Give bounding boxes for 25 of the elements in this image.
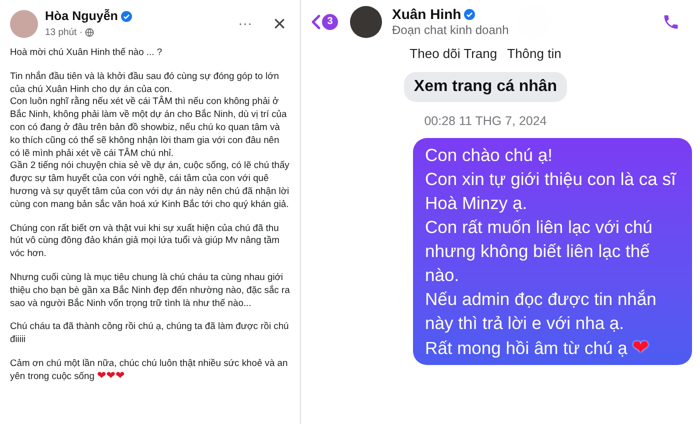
close-button[interactable]: × xyxy=(273,12,286,34)
chat-subtitle: Đoạn chat kinh doanh xyxy=(392,23,510,37)
globe-icon xyxy=(84,28,94,38)
phone-icon[interactable] xyxy=(662,12,680,30)
view-profile-button[interactable]: Xem trang cá nhân xyxy=(404,72,568,102)
post-paragraph: Hoà mời chú Xuân Hinh thế nào ... ? xyxy=(10,46,164,59)
avatar xyxy=(10,10,38,38)
post-paragraph: Gần 2 tiếng nói chuyện chia sẻ về dự án, cuộc sống, có lẽ chú thấy được sự tâm huyết của con với nghề, cái tâm của con với quê hương và sự quyết tâm của con với dự án này nên chú đã nhận lời cùng con mang bản sắc văn hoá xứ Kinh Bắc tới cho quý khán giả. xyxy=(10,159,290,211)
post-paragraph: Chúng con rất biết ơn và thật vui khi sự xuất hiện của chú đã thu hút vô cùng đông đảo khán giả mọi lứa tuổi và giúp Mv nâng tầm vóc hơn. xyxy=(10,222,280,260)
post-time: 13 phút · xyxy=(45,26,82,40)
contact-name: Xuân Hinh xyxy=(392,6,462,23)
post-paragraph: Cảm ơn chú một lần nữa, chúc chú luôn thật nhiều sức khoẻ và an yên trong cuộc sống ❤❤❤ xyxy=(10,356,289,383)
post-paragraph: Tin nhắn đầu tiên và là khởi đầu sau đó cùng sự đóng góp to lớn của chú Xuân Hinh cho dự án của con. xyxy=(10,70,280,96)
avatar xyxy=(350,6,382,38)
post-paragraph: Chú cháu ta đã thành công rồi chú ạ, chúng ta đã làm được rồi chú điiiii xyxy=(10,320,290,346)
more-button[interactable]: ··· xyxy=(238,13,252,34)
post-paragraph: Con luôn nghĩ rằng nếu xét về cái TÂM thì nếu con không phải ở Bắc Ninh, không phải làm về một dự án cho Bắc Ninh, dù vị trí của con có đang ở đâu trên bản đồ showbiz, nếu chú ko quan tâm và ko thích cũng có thể sẽ không nhận lời tham gia với con đâu nên có lẽ mình phải xét về cái TÂM chú nhỉ. xyxy=(10,95,288,160)
chat-timestamp: 00:28 11 THG 7, 2024 xyxy=(424,112,547,130)
author-name[interactable]: Hòa Nguyễn xyxy=(45,7,118,26)
post-paragraph: Nhưng cuối cùng là mục tiêu chung là chú cháu ta cùng nhau giới thiệu cho bạn bè gần xa Bắc Ninh đẹp đến nhường nào, đặc sắc ra sao và người Bắc Ninh vốn trọng trữ tình là như thế nào... xyxy=(10,270,290,310)
action-label: Theo dõi Trang xyxy=(410,45,498,63)
unread-badge: 3 xyxy=(322,14,338,30)
action-label: Thông tin xyxy=(507,45,562,63)
back-icon[interactable] xyxy=(311,14,321,30)
message-text: Con chào chú ạ! Con xin tự giới thiệu con là ca sĩ Hoà Minzy ạ. Con rất muốn liên lạc với chú nhưng không biết liên lạc thế nào. Nếu admin đọc được tin nhắn này thì trả lời e với nha ạ. Rất mong hồi âm từ chú ạ ❤ xyxy=(425,144,678,360)
